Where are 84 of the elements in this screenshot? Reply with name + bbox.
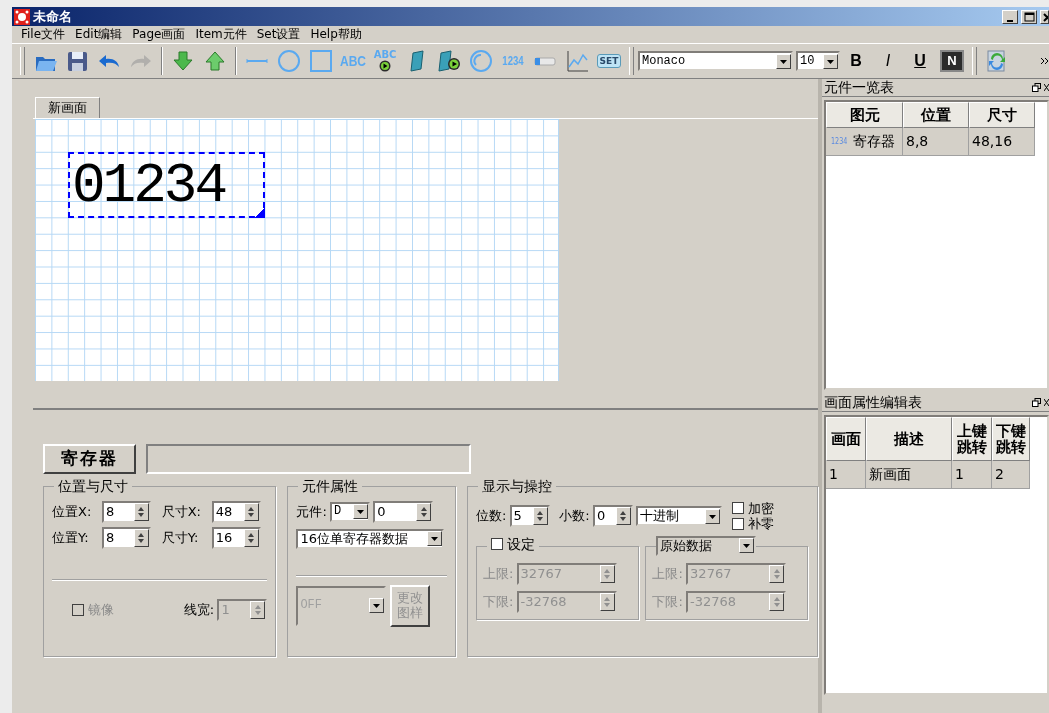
- tool-label: ABC: [373, 50, 397, 60]
- save-icon[interactable]: [65, 49, 89, 73]
- field-label: 尺寸X:: [161, 503, 202, 520]
- table-cell: 1: [826, 461, 866, 489]
- maximize-button[interactable]: [1021, 9, 1037, 24]
- restore-icon[interactable]: [1031, 398, 1041, 407]
- app-logo-icon: [14, 8, 30, 25]
- frame-play-tool-icon[interactable]: [437, 49, 461, 73]
- type-button[interactable]: 寄存器: [43, 443, 136, 474]
- up-arrow-icon[interactable]: [203, 49, 227, 73]
- field-label: 小数:: [559, 508, 590, 524]
- menu-item[interactable]: Edit编辑: [70, 27, 128, 42]
- window-title: 未命名: [33, 8, 72, 25]
- close-icon[interactable]: [1044, 83, 1049, 92]
- dropdown[interactable]: 原始数据: [656, 535, 757, 556]
- style-button[interactable]: N: [940, 50, 964, 72]
- panel-title: 画面属性编辑表: [824, 394, 922, 411]
- close-icon: [1041, 10, 1048, 23]
- field-label: 线宽:: [183, 601, 215, 618]
- number-field[interactable]: 16: [211, 526, 261, 549]
- panel-title: 元件一览表: [824, 79, 894, 96]
- table-cell: 2: [992, 461, 1030, 489]
- chart-tool-icon[interactable]: [565, 49, 589, 73]
- group-title: 元件属性: [298, 477, 363, 495]
- table-cell: 寄存器: [852, 133, 895, 150]
- field-label: 位置Y:: [52, 529, 90, 546]
- menu-item[interactable]: File文件: [16, 27, 71, 42]
- number-field[interactable]: 48: [211, 500, 261, 523]
- dropdown[interactable]: 十进制: [636, 506, 723, 527]
- field-label: 尺寸Y:: [161, 529, 200, 546]
- column-header[interactable]: 描述: [866, 417, 952, 461]
- bold-button[interactable]: B: [840, 48, 872, 74]
- underline-button[interactable]: U: [904, 48, 936, 74]
- font-dropdown[interactable]: Monaco: [638, 51, 793, 71]
- down-arrow-icon[interactable]: [171, 49, 195, 73]
- number-field[interactable]: 8: [102, 500, 151, 523]
- column-header[interactable]: 下键跳转: [992, 417, 1030, 461]
- number-field[interactable]: 5: [509, 505, 550, 528]
- group-title: 显示与操控: [477, 477, 556, 495]
- register-element[interactable]: 01234: [68, 151, 265, 218]
- column-header[interactable]: 画面: [826, 417, 866, 461]
- field-label: 元件:: [296, 503, 327, 520]
- field-label: 下限:: [652, 594, 683, 610]
- menu-item[interactable]: Item元件: [190, 27, 252, 42]
- checkbox[interactable]: 加密: [732, 500, 774, 517]
- column-header[interactable]: 上键跳转: [952, 417, 992, 461]
- number-field[interactable]: 0: [593, 505, 633, 528]
- number-field[interactable]: 0: [373, 500, 434, 523]
- group-title: 位置与尺寸: [54, 477, 132, 495]
- minimize-icon: [1007, 19, 1013, 22]
- page-tab[interactable]: 新画面: [35, 97, 100, 118]
- menu-item[interactable]: Page画面: [127, 27, 191, 42]
- menu-item[interactable]: Help帮助: [305, 27, 367, 42]
- column-header[interactable]: 图元: [826, 102, 903, 128]
- field-label: 上限:: [482, 566, 514, 582]
- close-button[interactable]: [1040, 9, 1049, 24]
- maximize-icon: [1023, 10, 1035, 23]
- table-cell: 8,8: [903, 128, 969, 156]
- column-header[interactable]: 位置: [903, 102, 969, 128]
- field-label: 位数:: [475, 508, 507, 524]
- set-tool-button[interactable]: SET: [596, 53, 622, 69]
- minimize-button[interactable]: [1002, 9, 1018, 24]
- italic-button[interactable]: I: [872, 48, 904, 74]
- table-cell: 1: [952, 461, 992, 489]
- checkbox[interactable]: 补零: [732, 516, 774, 532]
- close-icon[interactable]: [1044, 398, 1049, 407]
- restore-icon[interactable]: [1031, 83, 1041, 92]
- description-field[interactable]: [146, 443, 471, 474]
- play-icon: [379, 60, 391, 72]
- checkbox[interactable]: 设定: [486, 535, 539, 553]
- number-type-icon: 1234: [831, 136, 848, 147]
- field-label: 下限:: [482, 594, 514, 610]
- number-field[interactable]: 8: [102, 526, 151, 549]
- table-cell: 48,16: [969, 128, 1035, 156]
- field-label: 位置X:: [52, 503, 93, 520]
- field-label: 上限:: [652, 566, 683, 582]
- table-cell: 新画面: [866, 461, 952, 489]
- column-header[interactable]: 尺寸: [969, 102, 1035, 128]
- menu-item[interactable]: Set设置: [251, 27, 306, 42]
- overflow-chevron-icon[interactable]: [1041, 56, 1049, 66]
- dropdown[interactable]: D: [330, 501, 371, 522]
- dropdown[interactable]: 16位单寄存器数据: [296, 528, 445, 549]
- resize-handle-icon: [255, 207, 265, 218]
- size-dropdown[interactable]: 10: [796, 51, 840, 71]
